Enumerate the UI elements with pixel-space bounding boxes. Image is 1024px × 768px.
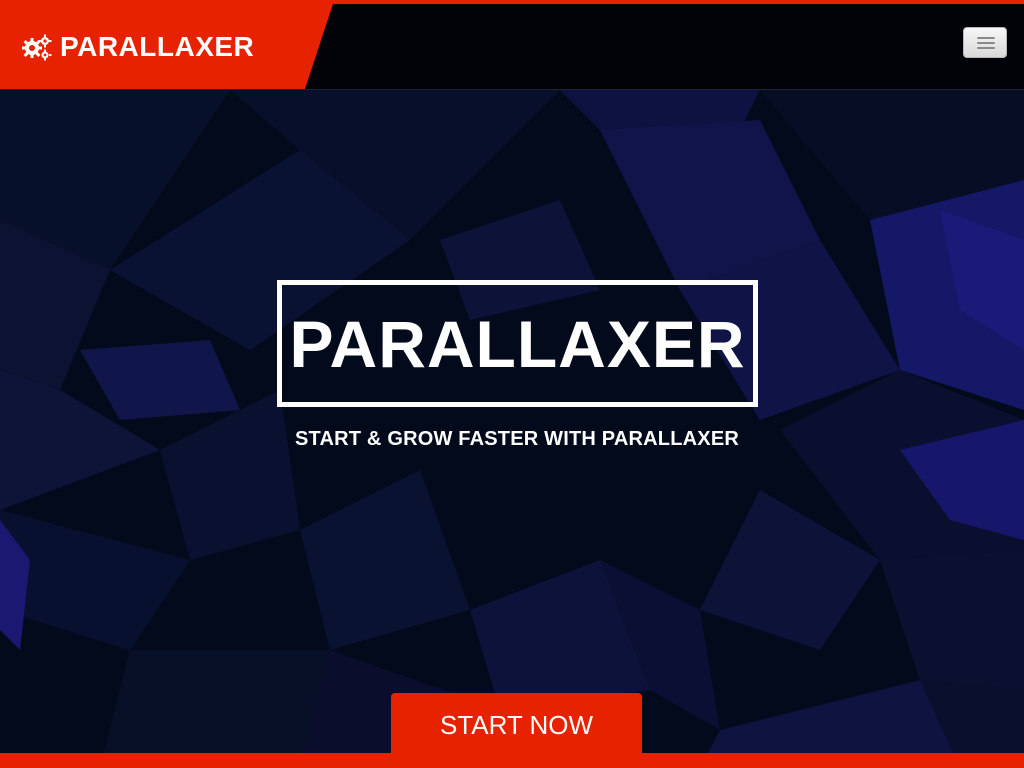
hero-title: PARALLAXER [289,306,746,381]
menu-toggle-button[interactable] [963,27,1007,58]
brand-link[interactable]: PARALLAXER [20,29,254,65]
page: PARALLAXER PARALLAXER START & GROW FASTE… [0,0,1024,768]
hero-title-frame: PARALLAXER [277,280,758,407]
gears-icon [20,31,52,63]
start-now-button[interactable]: START NOW [391,693,642,757]
brand-name: PARALLAXER [60,31,255,62]
hero-subtitle: START & GROW FASTER WITH PARALLAXER [294,428,739,450]
navbar: PARALLAXER [0,4,1024,90]
